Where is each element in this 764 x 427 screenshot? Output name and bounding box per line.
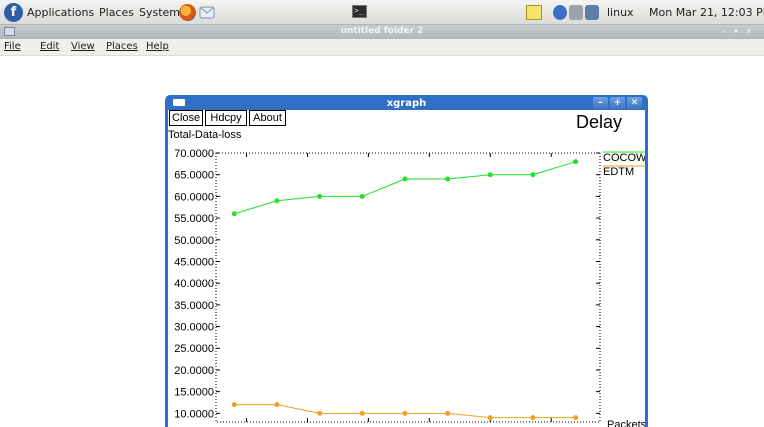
menu-view[interactable]: View: [71, 41, 95, 52]
y-tick-label: 40.0000: [174, 278, 214, 290]
y-tick-label: 25.0000: [174, 343, 214, 355]
folder-menubar: File Edit View Places Help: [0, 39, 764, 56]
close-window-button[interactable]: ✕: [627, 97, 642, 109]
data-point: [231, 402, 237, 408]
folder-window-controls[interactable]: –✦✕: [723, 27, 758, 36]
plot-frame: [215, 152, 601, 423]
update-notifier-icon[interactable]: [569, 5, 583, 20]
terminal-taskbar-icon[interactable]: >_: [352, 5, 367, 18]
data-point: [317, 193, 323, 199]
y-tick-label: 20.0000: [174, 365, 214, 377]
network-icon[interactable]: [585, 5, 599, 20]
data-point: [317, 410, 323, 416]
xgraph-window: xgraph – + ✕ Close Hdcpy About Delay Tot…: [165, 95, 648, 427]
firefox-launcher-icon[interactable]: [179, 4, 196, 21]
data-point: [573, 415, 579, 421]
user-switcher[interactable]: linux: [607, 6, 634, 19]
legend-label: EDTM: [603, 166, 634, 178]
legend-label: COCOWA: [603, 152, 645, 164]
desktop: f Applications Places System >_ linux Mo…: [0, 0, 764, 427]
applications-menu[interactable]: Applications: [27, 6, 94, 19]
menu-file[interactable]: File: [4, 41, 21, 52]
system-menu[interactable]: System: [139, 6, 180, 19]
menu-places[interactable]: Places: [106, 41, 138, 52]
folder-window-title: untitled folder 2: [340, 26, 424, 36]
data-point: [274, 198, 280, 204]
data-point: [445, 176, 451, 182]
data-point: [359, 410, 365, 416]
y-tick-label: 15.0000: [174, 387, 214, 399]
notes-applet-icon[interactable]: [526, 5, 542, 20]
xgraph-window-title: xgraph: [386, 98, 427, 109]
maximize-button[interactable]: +: [610, 97, 625, 109]
fedora-logo-icon[interactable]: f: [4, 3, 23, 22]
xgraph-client-area: Close Hdcpy About Delay Total-Data-loss …: [168, 110, 645, 427]
data-point: [530, 172, 536, 178]
bluetooth-icon[interactable]: [553, 5, 567, 20]
data-point: [445, 410, 451, 416]
data-point: [487, 415, 493, 421]
menu-help[interactable]: Help: [146, 41, 169, 52]
y-tick-label: 60.0000: [174, 191, 214, 203]
y-tick-label: 10.0000: [174, 408, 214, 420]
y-tick-label: 70.0000: [174, 148, 214, 160]
data-point: [530, 415, 536, 421]
data-point: [274, 402, 280, 408]
data-point: [487, 172, 493, 178]
places-menu[interactable]: Places: [99, 6, 134, 19]
top-panel: f Applications Places System >_ linux Mo…: [0, 0, 764, 25]
data-point: [402, 176, 408, 182]
y-tick-label: 55.0000: [174, 213, 214, 225]
y-tick-label: 45.0000: [174, 256, 214, 268]
minimize-button[interactable]: –: [593, 97, 608, 109]
data-point: [231, 211, 237, 217]
y-tick-label: 65.0000: [174, 170, 214, 182]
y-tick-label: 50.0000: [174, 235, 214, 247]
delay-chart: 70.0000 65.0000 60.0000 55.0000 50.0000 45.00…: [174, 148, 645, 427]
series-line: [234, 161, 576, 215]
clock-label[interactable]: Mon Mar 21, 12:03 PM: [649, 6, 764, 19]
x-axis-label: Packets: [607, 419, 645, 427]
y-tick-label: 30.0000: [174, 322, 214, 334]
menu-edit[interactable]: Edit: [40, 41, 59, 52]
data-point: [359, 193, 365, 199]
y-tick-label: 35.0000: [174, 300, 214, 312]
data-point: [402, 410, 408, 416]
data-point: [573, 159, 579, 165]
mail-launcher-icon[interactable]: [199, 4, 215, 20]
